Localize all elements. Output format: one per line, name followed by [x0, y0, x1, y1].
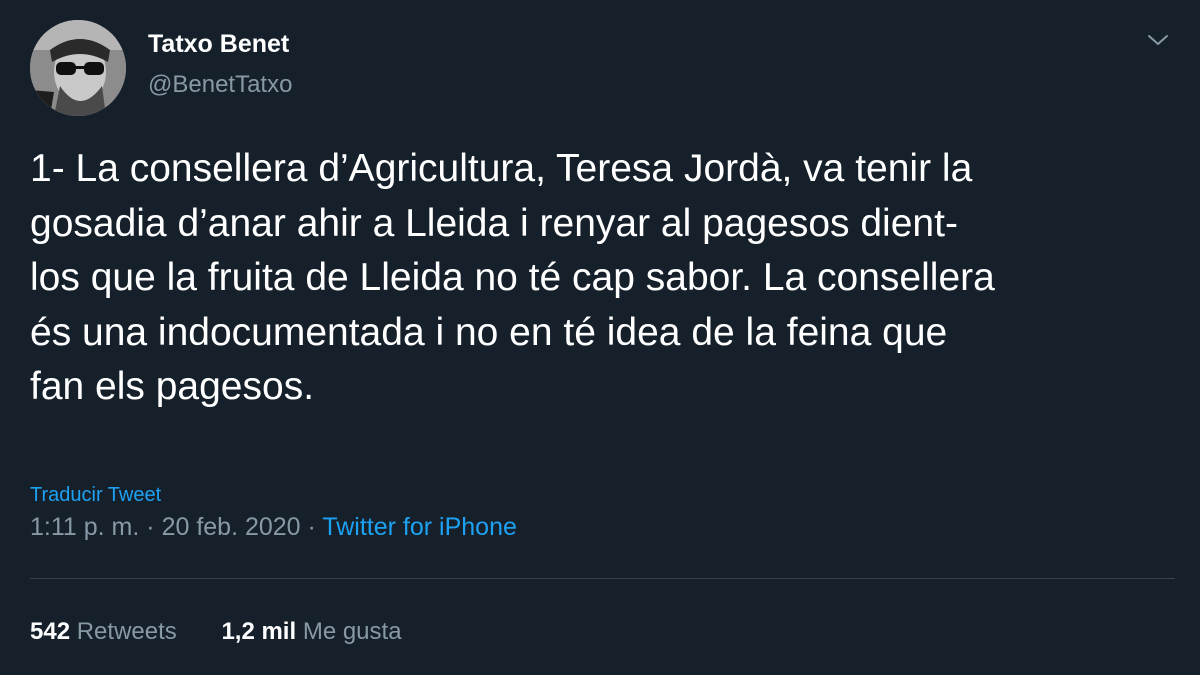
- retweets-label: Retweets: [76, 618, 177, 645]
- meta-separator: ·: [307, 513, 316, 541]
- divider: [30, 578, 1175, 579]
- chevron-down-icon[interactable]: [1143, 28, 1173, 52]
- translate-tweet-link[interactable]: Traducir Tweet: [30, 484, 161, 507]
- display-name[interactable]: Tatxo Benet: [148, 30, 289, 59]
- retweets-stat[interactable]: 542 Retweets: [30, 618, 177, 646]
- tweet-metadata: 1:11 p. m. · 20 feb. 2020 · Twitter for …: [30, 513, 517, 542]
- tweet-stats: 542 Retweets 1,2 mil Me gusta: [30, 618, 402, 646]
- tweet-time[interactable]: 1:11 p. m.: [30, 513, 139, 541]
- tweet-card: Tatxo Benet @BenetTatxo 1- La consellera…: [0, 0, 1200, 675]
- tweet-text: 1- La consellera d’Agricultura, Teresa J…: [30, 142, 1165, 415]
- likes-count: 1,2 mil: [221, 618, 297, 645]
- tweet-date[interactable]: 20 feb. 2020: [162, 513, 301, 541]
- likes-label: Me gusta: [302, 618, 402, 645]
- likes-stat[interactable]: 1,2 mil Me gusta: [221, 618, 401, 646]
- tweet-text-line: és una indocumentada i no en té idea de …: [30, 310, 948, 354]
- tweet-text-line: fan els pagesos.: [30, 365, 315, 408]
- profile-photo-icon: [30, 20, 126, 116]
- avatar[interactable]: [30, 20, 126, 116]
- tweet-source-link[interactable]: Twitter for iPhone: [322, 513, 517, 541]
- meta-separator: ·: [146, 513, 155, 541]
- tweet-text-line: gosadia d’anar ahir a Lleida i renyar al…: [30, 201, 958, 245]
- tweet-text-line: 1- La consellera d’Agricultura, Teresa J…: [30, 147, 973, 190]
- tweet-text-line: los que la fruita de Lleida no té cap sa…: [30, 256, 995, 299]
- user-handle[interactable]: @BenetTatxo: [148, 71, 292, 99]
- retweets-count: 542: [30, 618, 71, 645]
